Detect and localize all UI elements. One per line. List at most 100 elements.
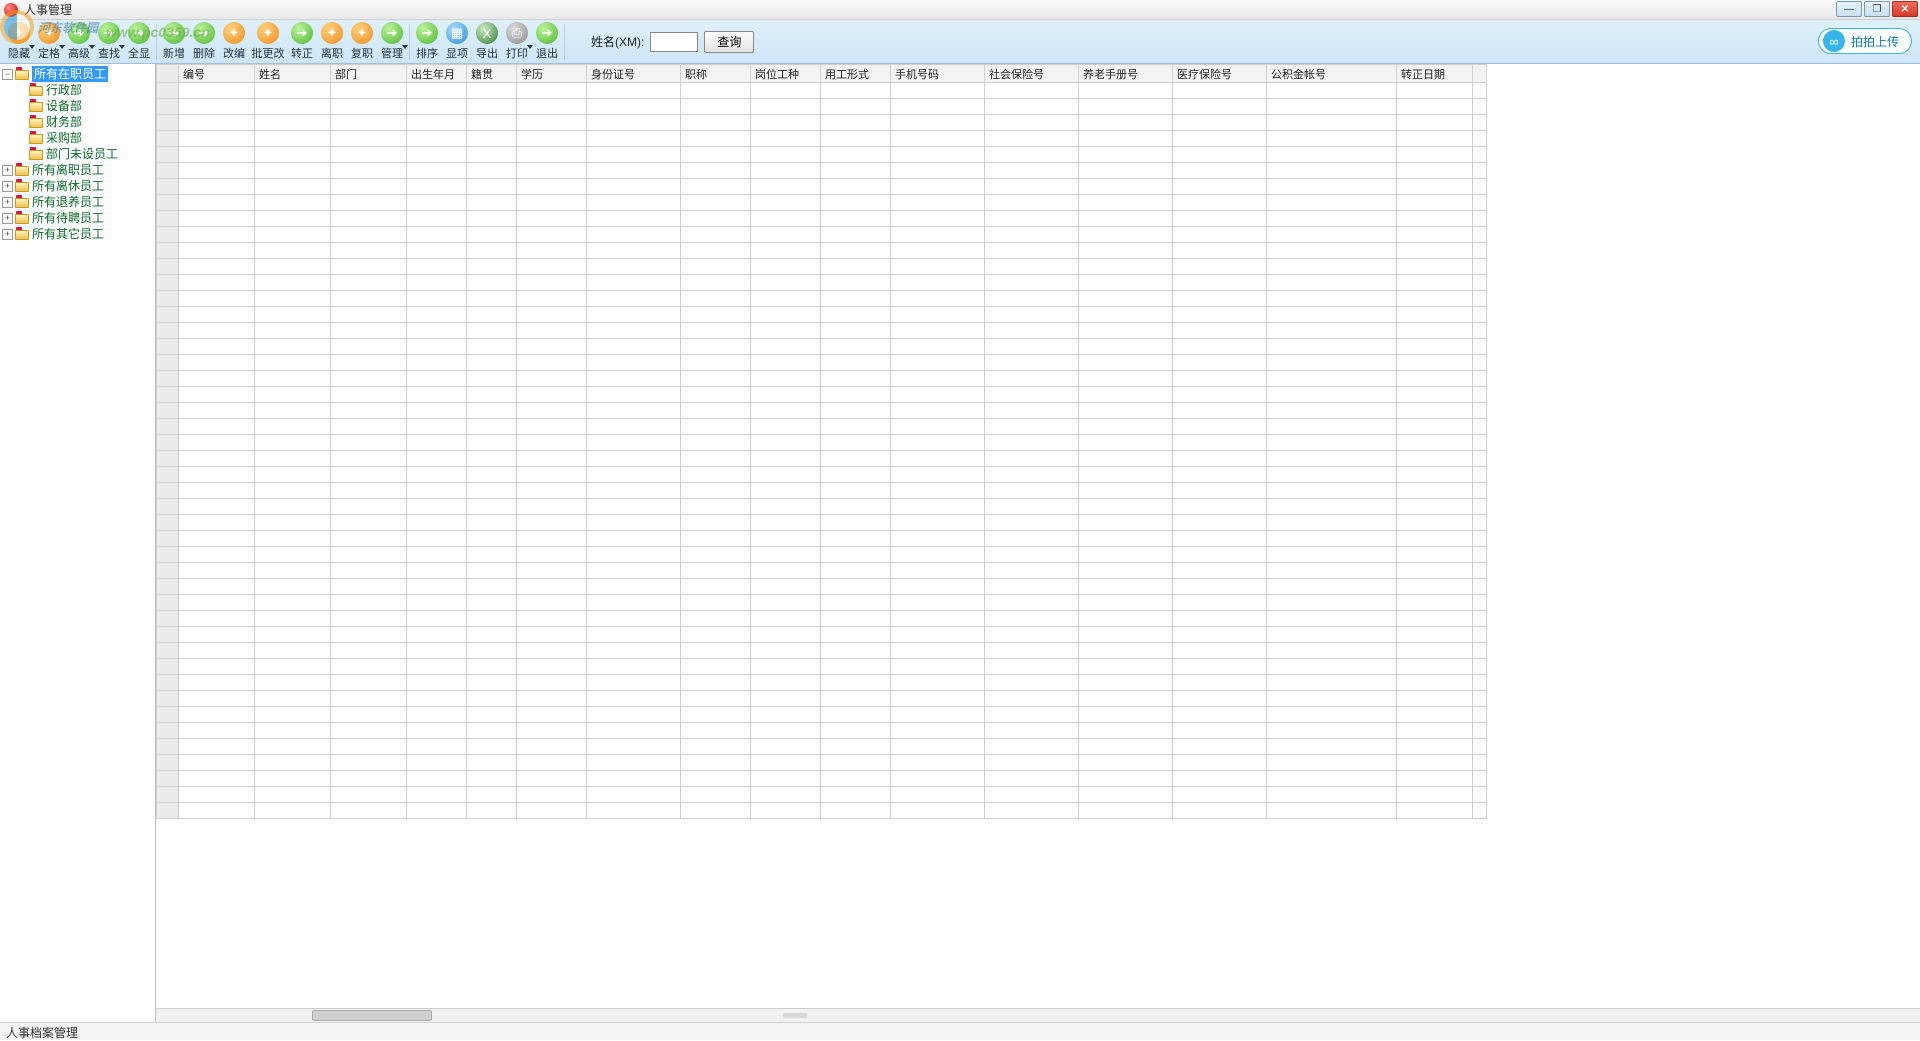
cell[interactable] — [985, 227, 1079, 243]
cell[interactable] — [1473, 195, 1487, 211]
cell[interactable] — [681, 131, 751, 147]
cell[interactable] — [1079, 291, 1173, 307]
cell[interactable] — [331, 83, 407, 99]
cell[interactable] — [751, 563, 821, 579]
cell[interactable] — [821, 355, 891, 371]
search-input[interactable] — [650, 32, 698, 52]
table-row[interactable] — [157, 595, 1487, 611]
cell[interactable] — [467, 419, 517, 435]
cell[interactable] — [1267, 531, 1397, 547]
cell[interactable] — [1473, 595, 1487, 611]
cell[interactable] — [1173, 483, 1267, 499]
table-row[interactable] — [157, 451, 1487, 467]
cell[interactable] — [1267, 403, 1397, 419]
table-row[interactable] — [157, 563, 1487, 579]
cell[interactable] — [331, 547, 407, 563]
cell[interactable] — [985, 291, 1079, 307]
cell[interactable] — [1397, 83, 1473, 99]
cell[interactable] — [891, 323, 985, 339]
cell[interactable] — [517, 307, 587, 323]
cell[interactable] — [891, 787, 985, 803]
cell[interactable] — [681, 515, 751, 531]
cell[interactable] — [467, 675, 517, 691]
toolbar-新增[interactable]: ➔新增 — [159, 22, 189, 61]
cell[interactable] — [1173, 803, 1267, 819]
cell[interactable] — [331, 531, 407, 547]
table-row[interactable] — [157, 243, 1487, 259]
table-row[interactable] — [157, 499, 1487, 515]
cell[interactable] — [517, 691, 587, 707]
cell[interactable] — [821, 771, 891, 787]
cell[interactable] — [1079, 787, 1173, 803]
cell[interactable] — [587, 627, 681, 643]
cell[interactable] — [751, 435, 821, 451]
column-header-出生年月[interactable]: 出生年月 — [407, 65, 467, 83]
cell[interactable] — [821, 259, 891, 275]
cell[interactable] — [821, 755, 891, 771]
cell[interactable] — [985, 115, 1079, 131]
cell[interactable] — [517, 259, 587, 275]
cell[interactable] — [587, 179, 681, 195]
column-header-编号[interactable]: 编号 — [179, 65, 255, 83]
cell[interactable] — [467, 547, 517, 563]
cell[interactable] — [467, 691, 517, 707]
cell[interactable] — [407, 371, 467, 387]
cell[interactable] — [821, 803, 891, 819]
cell[interactable] — [255, 291, 331, 307]
cell[interactable] — [179, 723, 255, 739]
cell[interactable] — [467, 307, 517, 323]
cell[interactable] — [1473, 467, 1487, 483]
cell[interactable] — [681, 595, 751, 611]
cell[interactable] — [1079, 659, 1173, 675]
cell[interactable] — [1173, 739, 1267, 755]
upload-button[interactable]: ∞ 拍拍上传 — [1818, 28, 1912, 54]
table-row[interactable] — [157, 179, 1487, 195]
table-row[interactable] — [157, 739, 1487, 755]
cell[interactable] — [1473, 451, 1487, 467]
column-header-公积金帐号[interactable]: 公积金帐号 — [1267, 65, 1397, 83]
cell[interactable] — [587, 323, 681, 339]
cell[interactable] — [179, 579, 255, 595]
cell[interactable] — [681, 707, 751, 723]
cell[interactable] — [891, 339, 985, 355]
cell[interactable] — [407, 355, 467, 371]
cell[interactable] — [255, 115, 331, 131]
cell[interactable] — [891, 803, 985, 819]
toolbar-高级[interactable]: ➔高级 — [64, 22, 94, 61]
cell[interactable] — [587, 723, 681, 739]
cell[interactable] — [681, 659, 751, 675]
cell[interactable] — [751, 499, 821, 515]
cell[interactable] — [1079, 707, 1173, 723]
cell[interactable] — [255, 563, 331, 579]
cell[interactable] — [517, 99, 587, 115]
cell[interactable] — [587, 83, 681, 99]
cell[interactable] — [179, 211, 255, 227]
cell[interactable] — [331, 563, 407, 579]
cell[interactable] — [517, 611, 587, 627]
cell[interactable] — [331, 179, 407, 195]
cell[interactable] — [1079, 83, 1173, 99]
cell[interactable] — [891, 419, 985, 435]
cell[interactable] — [821, 323, 891, 339]
cell[interactable] — [517, 387, 587, 403]
cell[interactable] — [1473, 627, 1487, 643]
cell[interactable] — [891, 131, 985, 147]
cell[interactable] — [255, 211, 331, 227]
cell[interactable] — [1079, 579, 1173, 595]
expand-icon[interactable]: + — [2, 165, 13, 176]
cell[interactable] — [517, 483, 587, 499]
cell[interactable] — [1473, 515, 1487, 531]
table-row[interactable] — [157, 723, 1487, 739]
cell[interactable] — [821, 275, 891, 291]
table-row[interactable] — [157, 547, 1487, 563]
table-row[interactable] — [157, 643, 1487, 659]
cell[interactable] — [1473, 803, 1487, 819]
cell[interactable] — [407, 675, 467, 691]
collapse-icon[interactable]: − — [2, 69, 13, 80]
cell[interactable] — [179, 547, 255, 563]
cell[interactable] — [255, 435, 331, 451]
cell[interactable] — [1397, 675, 1473, 691]
cell[interactable] — [891, 435, 985, 451]
table-row[interactable] — [157, 323, 1487, 339]
toolbar-查找[interactable]: ➔查找 — [94, 22, 124, 61]
